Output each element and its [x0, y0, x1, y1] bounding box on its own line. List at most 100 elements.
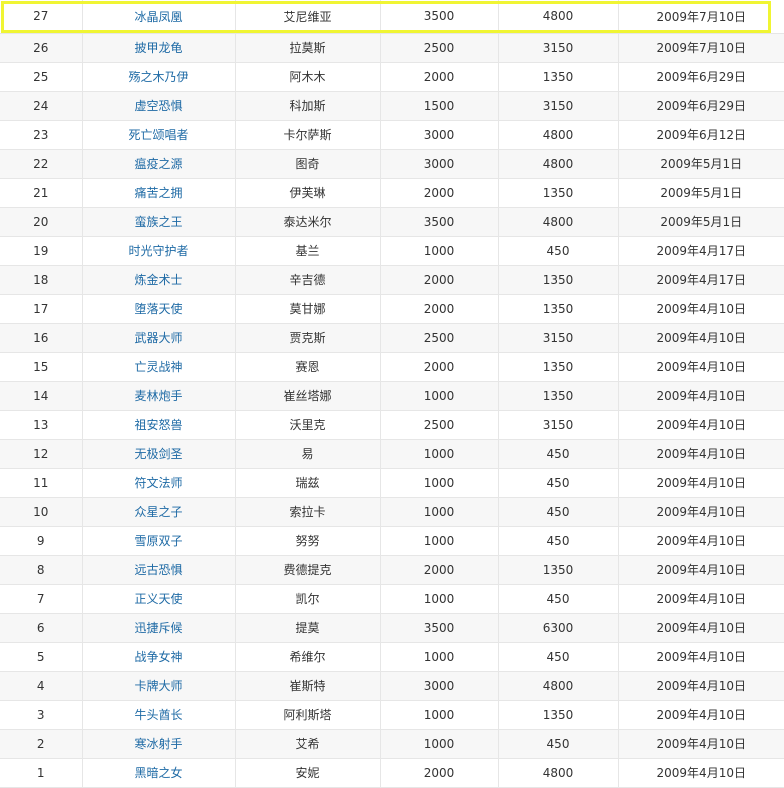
hero-id-cell: 12 — [0, 439, 83, 469]
ticket-price-cell: 3150 — [498, 410, 619, 440]
table-row: 8 远古恐惧 费德提克 2000 1350 2009年4月10日 — [0, 555, 784, 585]
release-date-cell: 2009年7月10日 — [618, 33, 784, 63]
hero-name-link[interactable]: 迅捷斥候 — [134, 621, 182, 635]
hero-name-link[interactable]: 符文法师 — [134, 476, 182, 490]
table-row: 13 祖安怒兽 沃里克 2500 3150 2009年4月10日 — [0, 410, 784, 440]
hero-id-cell: 21 — [0, 178, 83, 208]
hero-name-cell: 死亡颂唱者 — [82, 120, 236, 150]
ticket-price-cell: 3150 — [498, 33, 619, 63]
gold-price-cell: 2000 — [380, 178, 499, 208]
hero-name-link[interactable]: 冰晶凤凰 — [134, 10, 182, 24]
ticket-price-cell: 3150 — [498, 323, 619, 353]
hero-name-link[interactable]: 武器大师 — [134, 331, 182, 345]
release-date-cell: 2009年4月10日 — [618, 497, 784, 527]
hero-name-cell: 雪原双子 — [82, 526, 236, 556]
release-date-cell: 2009年6月29日 — [618, 62, 784, 92]
table-row: 27 冰晶凤凰 艾尼维亚 3500 4800 2009年7月10日 — [0, 0, 784, 34]
release-date-cell: 2009年4月10日 — [618, 323, 784, 353]
hero-id-cell: 19 — [0, 236, 83, 266]
hero-voice-cell: 费德提克 — [235, 555, 381, 585]
ticket-price-cell: 450 — [498, 584, 619, 614]
hero-voice-cell: 卡尔萨斯 — [235, 120, 381, 150]
hero-name-link[interactable]: 众星之子 — [134, 505, 182, 519]
hero-id-cell: 17 — [0, 294, 83, 324]
hero-voice-cell: 泰达米尔 — [235, 207, 381, 237]
hero-name-link[interactable]: 死亡颂唱者 — [128, 128, 188, 142]
gold-price-cell: 1000 — [380, 468, 499, 498]
hero-name-link[interactable]: 寒冰射手 — [134, 737, 182, 751]
hero-voice-cell: 莫甘娜 — [235, 294, 381, 324]
ticket-price-cell: 450 — [498, 729, 619, 759]
hero-voice-cell: 科加斯 — [235, 91, 381, 121]
hero-name-link[interactable]: 瘟疫之源 — [134, 157, 182, 171]
ticket-price-cell: 1350 — [498, 294, 619, 324]
ticket-price-cell: 1350 — [498, 62, 619, 92]
hero-name-link[interactable]: 无极剑圣 — [134, 447, 182, 461]
hero-name-link[interactable]: 堕落天使 — [134, 302, 182, 316]
hero-name-cell: 蛮族之王 — [82, 207, 236, 237]
table-row: 10 众星之子 索拉卡 1000 450 2009年4月10日 — [0, 497, 784, 527]
table-row: 16 武器大师 贾克斯 2500 3150 2009年4月10日 — [0, 323, 784, 353]
hero-name-link[interactable]: 远古恐惧 — [134, 563, 182, 577]
hero-name-cell: 迅捷斥候 — [82, 613, 236, 643]
hero-id-cell: 24 — [0, 91, 83, 121]
hero-name-link[interactable]: 战争女神 — [134, 650, 182, 664]
hero-name-link[interactable]: 痛苦之拥 — [134, 186, 182, 200]
release-date-cell: 2009年4月10日 — [618, 381, 784, 411]
hero-voice-cell: 伊芙琳 — [235, 178, 381, 208]
table-row: 19 时光守护者 基兰 1000 450 2009年4月17日 — [0, 236, 784, 266]
hero-name-link[interactable]: 蛮族之王 — [134, 215, 182, 229]
hero-voice-cell: 贾克斯 — [235, 323, 381, 353]
table-row: 4 卡牌大师 崔斯特 3000 4800 2009年4月10日 — [0, 671, 784, 701]
hero-id-cell: 23 — [0, 120, 83, 150]
hero-name-link[interactable]: 时光守护者 — [128, 244, 188, 258]
hero-name-link[interactable]: 雪原双子 — [134, 534, 182, 548]
hero-name-link[interactable]: 亡灵战神 — [134, 360, 182, 374]
hero-name-link[interactable]: 麦林炮手 — [134, 389, 182, 403]
gold-price-cell: 1000 — [380, 381, 499, 411]
hero-voice-cell: 辛吉德 — [235, 265, 381, 295]
hero-voice-cell: 凯尔 — [235, 584, 381, 614]
hero-voice-cell: 拉莫斯 — [235, 33, 381, 63]
gold-price-cell: 3500 — [380, 0, 499, 34]
hero-name-cell: 炼金术士 — [82, 265, 236, 295]
ticket-price-cell: 4800 — [498, 120, 619, 150]
release-date-cell: 2009年4月17日 — [618, 265, 784, 295]
hero-name-cell: 卡牌大师 — [82, 671, 236, 701]
hero-id-cell: 9 — [0, 526, 83, 556]
hero-name-link[interactable]: 正义天使 — [134, 592, 182, 606]
gold-price-cell: 2500 — [380, 323, 499, 353]
hero-name-link[interactable]: 虚空恐惧 — [134, 99, 182, 113]
release-date-cell: 2009年5月1日 — [618, 178, 784, 208]
gold-price-cell: 1000 — [380, 729, 499, 759]
hero-voice-cell: 提莫 — [235, 613, 381, 643]
table-row: 5 战争女神 希维尔 1000 450 2009年4月10日 — [0, 642, 784, 672]
table-row: 11 符文法师 瑞兹 1000 450 2009年4月10日 — [0, 468, 784, 498]
gold-price-cell: 3000 — [380, 120, 499, 150]
table-row: 20 蛮族之王 泰达米尔 3500 4800 2009年5月1日 — [0, 207, 784, 237]
hero-name-link[interactable]: 殇之木乃伊 — [128, 70, 188, 84]
table-row: 6 迅捷斥候 提莫 3500 6300 2009年4月10日 — [0, 613, 784, 643]
table-row: 14 麦林炮手 崔丝塔娜 1000 1350 2009年4月10日 — [0, 381, 784, 411]
ticket-price-cell: 450 — [498, 439, 619, 469]
hero-name-link[interactable]: 披甲龙龟 — [134, 41, 182, 55]
release-date-cell: 2009年4月10日 — [618, 439, 784, 469]
ticket-price-cell: 1350 — [498, 352, 619, 382]
gold-price-cell: 1000 — [380, 700, 499, 730]
hero-name-cell: 堕落天使 — [82, 294, 236, 324]
hero-name-link[interactable]: 祖安怒兽 — [134, 418, 182, 432]
ticket-price-cell: 4800 — [498, 671, 619, 701]
ticket-price-cell: 6300 — [498, 613, 619, 643]
ticket-price-cell: 450 — [498, 497, 619, 527]
hero-id-cell: 11 — [0, 468, 83, 498]
hero-name-link[interactable]: 黑暗之女 — [134, 766, 182, 780]
hero-name-cell: 披甲龙龟 — [82, 33, 236, 63]
hero-voice-cell: 艾尼维亚 — [235, 0, 381, 34]
hero-name-link[interactable]: 卡牌大师 — [134, 679, 182, 693]
hero-voice-cell: 图奇 — [235, 149, 381, 179]
hero-voice-cell: 基兰 — [235, 236, 381, 266]
hero-id-cell: 18 — [0, 265, 83, 295]
hero-name-link[interactable]: 牛头酋长 — [134, 708, 182, 722]
hero-voice-cell: 崔斯特 — [235, 671, 381, 701]
hero-name-link[interactable]: 炼金术士 — [134, 273, 182, 287]
